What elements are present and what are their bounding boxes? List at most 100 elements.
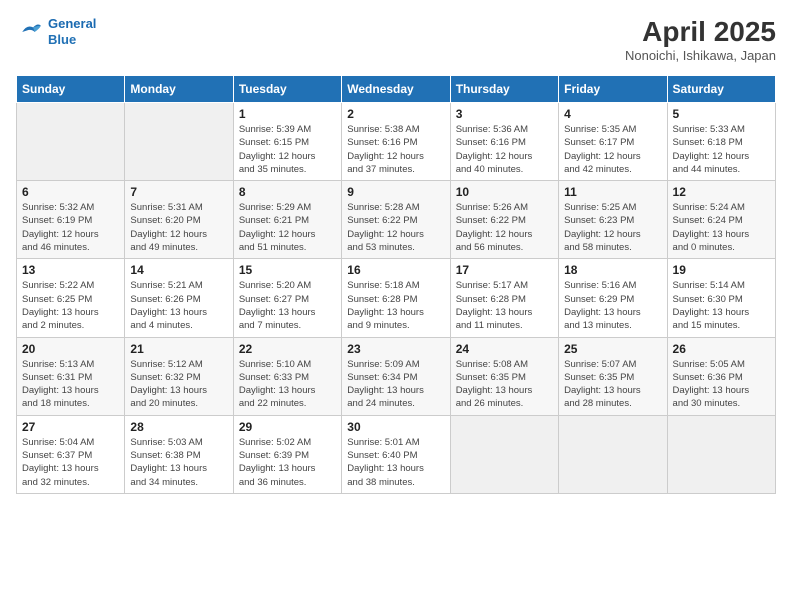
day-cell: 21Sunrise: 5:12 AM Sunset: 6:32 PM Dayli… [125, 337, 233, 415]
day-cell: 25 Sunrise: 5:07 AM Sunset: 6:35 PM Dayli… [559, 337, 667, 415]
day-info: Sunrise: 5:05 AM Sunset: 6:36 PM Dayligh… [673, 358, 770, 411]
day-cell: 5 Sunrise: 5:33 AM Sunset: 6:18 PM Daylig… [667, 103, 775, 181]
day-cell: 4 Sunrise: 5:35 AM Sunset: 6:17 PM Daylig… [559, 103, 667, 181]
week-row-5: 27 Sunrise: 5:04 AM Sunset: 6:37 PM Dayli… [17, 415, 776, 493]
calendar-header-row: SundayMondayTuesdayWednesdayThursdayFrid… [17, 76, 776, 103]
location: Nonoichi, Ishikawa, Japan [625, 48, 776, 63]
logo-text: General Blue [48, 16, 96, 47]
day-cell: 18 Sunrise: 5:16 AM Sunset: 6:29 PM Dayli… [559, 259, 667, 337]
day-info: Sunrise: 5:33 AM Sunset: 6:18 PM Dayligh… [673, 123, 770, 176]
day-cell: 6 Sunrise: 5:32 AM Sunset: 6:19 PM Daylig… [17, 181, 125, 259]
day-number: 9 [347, 185, 444, 199]
day-info: Sunrise: 5:25 AM Sunset: 6:23 PM Dayligh… [564, 201, 661, 254]
day-info: Sunrise: 5:28 AM Sunset: 6:22 PM Dayligh… [347, 201, 444, 254]
day-info: Sunrise: 5:38 AM Sunset: 6:16 PM Dayligh… [347, 123, 444, 176]
day-number: 14 [130, 263, 227, 277]
day-cell: 14 Sunrise: 5:21 AM Sunset: 6:26 PM Dayli… [125, 259, 233, 337]
day-info: Sunrise: 5:12 AM Sunset: 6:32 PM Dayligh… [130, 358, 227, 411]
day-cell [450, 415, 558, 493]
day-info: Sunrise: 5:17 AM Sunset: 6:28 PM Dayligh… [456, 279, 553, 332]
day-info: Sunrise: 5:10 AM Sunset: 6:33 PM Dayligh… [239, 358, 336, 411]
day-number: 1 [239, 107, 336, 121]
header-wednesday: Wednesday [342, 76, 450, 103]
day-info: Sunrise: 5:29 AM Sunset: 6:21 PM Dayligh… [239, 201, 336, 254]
day-number: 18 [564, 263, 661, 277]
day-number: 6 [22, 185, 119, 199]
day-info: Sunrise: 5:03 AM Sunset: 6:38 PM Dayligh… [130, 436, 227, 489]
day-cell: 11 Sunrise: 5:25 AM Sunset: 6:23 PM Dayli… [559, 181, 667, 259]
day-number: 19 [673, 263, 770, 277]
day-cell: 17 Sunrise: 5:17 AM Sunset: 6:28 PM Dayli… [450, 259, 558, 337]
month-title: April 2025 [625, 16, 776, 48]
day-info: Sunrise: 5:21 AM Sunset: 6:26 PM Dayligh… [130, 279, 227, 332]
day-number: 24 [456, 342, 553, 356]
day-cell: 7 Sunrise: 5:31 AM Sunset: 6:20 PM Daylig… [125, 181, 233, 259]
day-number: 25 [564, 342, 661, 356]
day-cell: 1 Sunrise: 5:39 AM Sunset: 6:15 PM Daylig… [233, 103, 341, 181]
day-cell: 28 Sunrise: 5:03 AM Sunset: 6:38 PM Dayli… [125, 415, 233, 493]
day-cell: 12 Sunrise: 5:24 AM Sunset: 6:24 PM Dayli… [667, 181, 775, 259]
day-number: 22 [239, 342, 336, 356]
day-cell: 9 Sunrise: 5:28 AM Sunset: 6:22 PM Daylig… [342, 181, 450, 259]
day-cell: 27 Sunrise: 5:04 AM Sunset: 6:37 PM Dayli… [17, 415, 125, 493]
day-info: Sunrise: 5:32 AM Sunset: 6:19 PM Dayligh… [22, 201, 119, 254]
day-info: Sunrise: 5:13 AM Sunset: 6:31 PM Dayligh… [22, 358, 119, 411]
header-saturday: Saturday [667, 76, 775, 103]
day-info: Sunrise: 5:24 AM Sunset: 6:24 PM Dayligh… [673, 201, 770, 254]
day-number: 12 [673, 185, 770, 199]
title-block: April 2025 Nonoichi, Ishikawa, Japan [625, 16, 776, 63]
header-thursday: Thursday [450, 76, 558, 103]
day-number: 15 [239, 263, 336, 277]
week-row-2: 6 Sunrise: 5:32 AM Sunset: 6:19 PM Daylig… [17, 181, 776, 259]
day-number: 26 [673, 342, 770, 356]
day-cell: 13Sunrise: 5:22 AM Sunset: 6:25 PM Dayli… [17, 259, 125, 337]
day-info: Sunrise: 5:31 AM Sunset: 6:20 PM Dayligh… [130, 201, 227, 254]
day-cell: 10 Sunrise: 5:26 AM Sunset: 6:22 PM Dayli… [450, 181, 558, 259]
day-cell: 16Sunrise: 5:18 AM Sunset: 6:28 PM Dayli… [342, 259, 450, 337]
day-info: Sunrise: 5:14 AM Sunset: 6:30 PM Dayligh… [673, 279, 770, 332]
day-cell: 3 Sunrise: 5:36 AM Sunset: 6:16 PM Daylig… [450, 103, 558, 181]
day-info: Sunrise: 5:01 AM Sunset: 6:40 PM Dayligh… [347, 436, 444, 489]
day-number: 27 [22, 420, 119, 434]
day-info: Sunrise: 5:35 AM Sunset: 6:17 PM Dayligh… [564, 123, 661, 176]
day-info: Sunrise: 5:16 AM Sunset: 6:29 PM Dayligh… [564, 279, 661, 332]
day-cell: 2 Sunrise: 5:38 AM Sunset: 6:16 PM Daylig… [342, 103, 450, 181]
logo-icon [16, 18, 44, 46]
day-cell [559, 415, 667, 493]
day-number: 3 [456, 107, 553, 121]
day-number: 7 [130, 185, 227, 199]
day-info: Sunrise: 5:26 AM Sunset: 6:22 PM Dayligh… [456, 201, 553, 254]
day-number: 29 [239, 420, 336, 434]
logo: General Blue [16, 16, 96, 47]
day-cell: 23 Sunrise: 5:09 AM Sunset: 6:34 PM Dayli… [342, 337, 450, 415]
day-cell: 30Sunrise: 5:01 AM Sunset: 6:40 PM Dayli… [342, 415, 450, 493]
header-sunday: Sunday [17, 76, 125, 103]
day-cell: 20 Sunrise: 5:13 AM Sunset: 6:31 PM Dayli… [17, 337, 125, 415]
header-monday: Monday [125, 76, 233, 103]
day-info: Sunrise: 5:18 AM Sunset: 6:28 PM Dayligh… [347, 279, 444, 332]
day-number: 11 [564, 185, 661, 199]
day-info: Sunrise: 5:09 AM Sunset: 6:34 PM Dayligh… [347, 358, 444, 411]
day-number: 4 [564, 107, 661, 121]
week-row-1: 1 Sunrise: 5:39 AM Sunset: 6:15 PM Daylig… [17, 103, 776, 181]
day-cell: 22 Sunrise: 5:10 AM Sunset: 6:33 PM Dayli… [233, 337, 341, 415]
day-number: 23 [347, 342, 444, 356]
day-number: 17 [456, 263, 553, 277]
day-number: 10 [456, 185, 553, 199]
day-info: Sunrise: 5:04 AM Sunset: 6:37 PM Dayligh… [22, 436, 119, 489]
day-info: Sunrise: 5:20 AM Sunset: 6:27 PM Dayligh… [239, 279, 336, 332]
day-info: Sunrise: 5:08 AM Sunset: 6:35 PM Dayligh… [456, 358, 553, 411]
day-cell: 15 Sunrise: 5:20 AM Sunset: 6:27 PM Dayli… [233, 259, 341, 337]
day-number: 13 [22, 263, 119, 277]
page-header: General Blue April 2025 Nonoichi, Ishika… [16, 16, 776, 63]
day-number: 5 [673, 107, 770, 121]
day-number: 2 [347, 107, 444, 121]
day-info: Sunrise: 5:07 AM Sunset: 6:35 PM Dayligh… [564, 358, 661, 411]
day-info: Sunrise: 5:39 AM Sunset: 6:15 PM Dayligh… [239, 123, 336, 176]
day-info: Sunrise: 5:36 AM Sunset: 6:16 PM Dayligh… [456, 123, 553, 176]
day-number: 20 [22, 342, 119, 356]
week-row-4: 20 Sunrise: 5:13 AM Sunset: 6:31 PM Dayli… [17, 337, 776, 415]
day-info: Sunrise: 5:02 AM Sunset: 6:39 PM Dayligh… [239, 436, 336, 489]
day-cell [17, 103, 125, 181]
day-number: 28 [130, 420, 227, 434]
